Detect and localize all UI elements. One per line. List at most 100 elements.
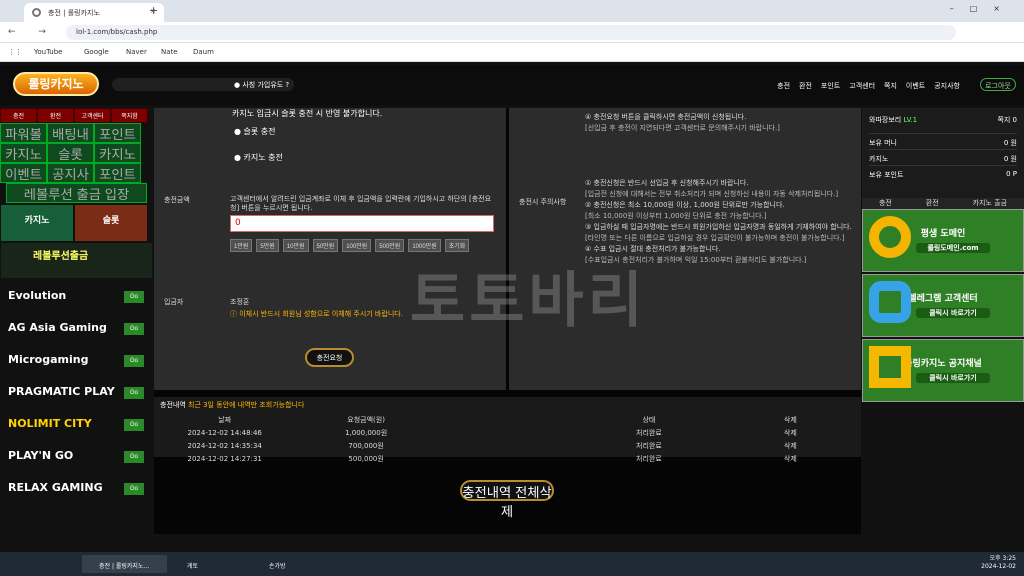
- left-tab-support[interactable]: 고객센터: [74, 108, 111, 123]
- menu-casino[interactable]: 카지노: [0, 143, 47, 163]
- chrome-icon: [869, 216, 911, 258]
- taskbar-app[interactable]: 게토: [170, 555, 248, 573]
- provider-evolution: Evolution Go: [0, 280, 153, 312]
- account-actions: 충전 환전 카지노 출금: [862, 198, 1024, 209]
- go-button[interactable]: Go: [124, 387, 144, 399]
- go-button[interactable]: Go: [124, 291, 144, 303]
- chip-50k[interactable]: 5만원: [256, 239, 279, 252]
- nav-notice[interactable]: 공지사항: [934, 81, 960, 91]
- menu-bet-history[interactable]: 배팅내역: [47, 123, 94, 161]
- delete-link[interactable]: 삭제: [720, 428, 861, 438]
- payer-name: 조정훈: [230, 298, 250, 306]
- casino-charge-radio[interactable]: ● 카지노 충전: [234, 152, 283, 163]
- chip-5m[interactable]: 500만원: [375, 239, 405, 252]
- nav-exchange[interactable]: 환전: [799, 81, 812, 91]
- bookmark-google[interactable]: Google: [84, 48, 109, 56]
- history-subtitle: 최근 3일 동안에 내역만 조회가능합니다: [188, 401, 305, 409]
- provider-playngo: PLAY'N GO Go: [0, 440, 153, 472]
- chip-10m[interactable]: 1000만원: [408, 239, 441, 252]
- left-tab-exchange[interactable]: 환전: [37, 108, 74, 123]
- nav-points[interactable]: 포인트: [821, 81, 840, 91]
- go-button[interactable]: Go: [124, 419, 144, 431]
- menu-casino-withdraw[interactable]: 카지노 출금: [94, 143, 141, 181]
- chip-1m[interactable]: 100만원: [342, 239, 372, 252]
- chip-100k[interactable]: 10만원: [282, 239, 309, 252]
- window-controls[interactable]: –□×: [950, 4, 1016, 13]
- go-button[interactable]: Go: [124, 451, 144, 463]
- casino-banner[interactable]: 카지노: [1, 205, 73, 241]
- telegram-banner[interactable]: 텔레그램 고객센터 클릭시 바로가기: [862, 274, 1024, 337]
- left-tab-message[interactable]: 쪽지함: [111, 108, 148, 123]
- action-exchange[interactable]: 환전: [926, 198, 939, 209]
- amount-input[interactable]: 0: [230, 215, 494, 232]
- slot-charge-radio[interactable]: ● 슬롯 충전: [234, 126, 276, 137]
- amount-label: 충전금액: [164, 196, 190, 204]
- menu-notice[interactable]: 공지사항: [47, 163, 94, 201]
- nav-support[interactable]: 고객센터: [849, 81, 875, 91]
- provider-name: AG Asia Gaming: [8, 321, 107, 334]
- chip-10k[interactable]: 1만원: [230, 239, 253, 252]
- delete-all-button[interactable]: 충전내역 전체삭제: [460, 480, 554, 519]
- site-logo[interactable]: 롤링카지노: [13, 72, 99, 96]
- left-tab-charge[interactable]: 충전: [0, 108, 37, 123]
- menu-point-history[interactable]: 포인트 내역: [94, 163, 141, 201]
- go-button[interactable]: Go: [124, 483, 144, 495]
- cell-date: 2024-12-02 14:48:46: [187, 428, 262, 437]
- banner-sub: 클릭시 바로가기: [916, 373, 990, 383]
- menu-revolution-entry[interactable]: 레볼루션 출금 입장: [6, 183, 147, 203]
- go-button[interactable]: Go: [124, 323, 144, 335]
- charge-request-button[interactable]: 충전요청: [305, 348, 354, 367]
- action-casino-withdraw[interactable]: 카지노 출금: [973, 198, 1007, 209]
- payer-label: 입금자: [164, 298, 184, 306]
- bookmark-naver[interactable]: Naver: [126, 48, 147, 56]
- menu-point-convert[interactable]: 포인트 전환: [94, 123, 141, 161]
- account-box: 와따장보리 LV.1 쪽지 0 보유 머니 0 원 카지노 0 원 보유 포인트 0 P: [862, 108, 1024, 198]
- nav-event[interactable]: 이벤트: [906, 81, 925, 91]
- history-row: 2024-12-02 14:35:34 700,000원 처리완료 삭제: [154, 439, 861, 452]
- provider-pragmatic: PRAGMATIC PLAY Go: [0, 376, 153, 408]
- bookmark-nate[interactable]: Nate: [161, 48, 178, 56]
- bookmark-daum[interactable]: Daum: [193, 48, 214, 56]
- revolution-banner[interactable]: 레볼루션출금: [1, 243, 152, 278]
- nav-charge[interactable]: 충전: [777, 81, 790, 91]
- new-tab-button[interactable]: +: [149, 4, 158, 17]
- reset-button[interactable]: 초기화: [444, 239, 470, 252]
- message-count[interactable]: 쪽지 0: [997, 115, 1017, 125]
- apps-icon[interactable]: ⋮⋮: [8, 48, 22, 56]
- history-row: 2024-12-02 14:48:46 1,000,000원 처리완료 삭제: [154, 426, 861, 439]
- logout-button[interactable]: 로그아웃: [980, 78, 1016, 91]
- amount-help: 고객센터에서 알려드린 입금계좌로 이체 후 입금액을 입력란에 기입하시고 하…: [230, 195, 492, 212]
- notice-list: ④ 충전요청 버튼을 클릭하시면 충전금액이 신청됩니다. [선입금 후 충전이 …: [585, 112, 855, 266]
- delete-link[interactable]: 삭제: [720, 441, 861, 451]
- provider-nolimit: NOLIMIT CITY Go: [0, 408, 153, 440]
- slot-banner[interactable]: 슬롯: [75, 205, 147, 241]
- cell-date: 2024-12-02 14:27:31: [187, 454, 262, 463]
- notice-line: ① 충전신청은 반드시 선입금 후 신청해주시기 바랍니다.: [585, 179, 749, 187]
- taskbar-app[interactable]: 손가방: [252, 555, 330, 573]
- go-button[interactable]: Go: [124, 355, 144, 367]
- browser-tab[interactable]: 충전 | 롤링카지노 ×: [24, 3, 164, 22]
- notice-channel-banner[interactable]: 롤링카지노 공지채널 클릭시 바로가기: [862, 339, 1024, 402]
- site-header: 롤링카지노 ● 사칭 가입유도 ? 충전 환전 포인트 고객센터 쪽지 이벤트 공지사항 로…: [0, 65, 1024, 105]
- notice-line: ③ 입금하실 때 입금자명에는 반드시 회원가입하신 입금자명과 동일하게 기재…: [585, 223, 852, 231]
- notice-line: [입금전 신청에 대해서는 전부 취소처리가 되며 신청하신 내용이 자동 삭제…: [585, 190, 839, 198]
- helmet-icon: [869, 346, 911, 388]
- chip-500k[interactable]: 50만원: [312, 239, 339, 252]
- domain-banner[interactable]: 평생 도메인 롤링도메인.com: [862, 209, 1024, 272]
- nav-message[interactable]: 쪽지: [884, 81, 897, 91]
- action-charge[interactable]: 충전: [879, 198, 892, 209]
- charge-form: 카지노 입금시 슬롯 충전 시 반영 불가합니다. ● 슬롯 충전 ● 카지노 …: [154, 108, 506, 390]
- tab-title: 충전 | 롤링카지노: [48, 9, 100, 17]
- provider-microgaming: Microgaming Go: [0, 344, 153, 376]
- menu-slot[interactable]: 슬롯: [47, 143, 94, 163]
- col-amount: 요청금액(원): [347, 415, 385, 424]
- taskbar-chrome[interactable]: 충전 | 롤링카지노...: [82, 555, 167, 573]
- delete-link[interactable]: 삭제: [720, 454, 861, 464]
- cell-amount: 700,000원: [348, 441, 384, 450]
- url-field[interactable]: lol-1.com/bbs/cash.php: [66, 25, 956, 40]
- top-nav: 충전 환전 포인트 고객센터 쪽지 이벤트 공지사항: [777, 81, 960, 91]
- bookmark-youtube[interactable]: YouTube: [34, 48, 62, 56]
- menu-powerball[interactable]: 파워볼: [0, 123, 47, 143]
- casino-line: 카지노 0 원: [869, 149, 1017, 165]
- menu-event[interactable]: 이벤트: [0, 163, 47, 183]
